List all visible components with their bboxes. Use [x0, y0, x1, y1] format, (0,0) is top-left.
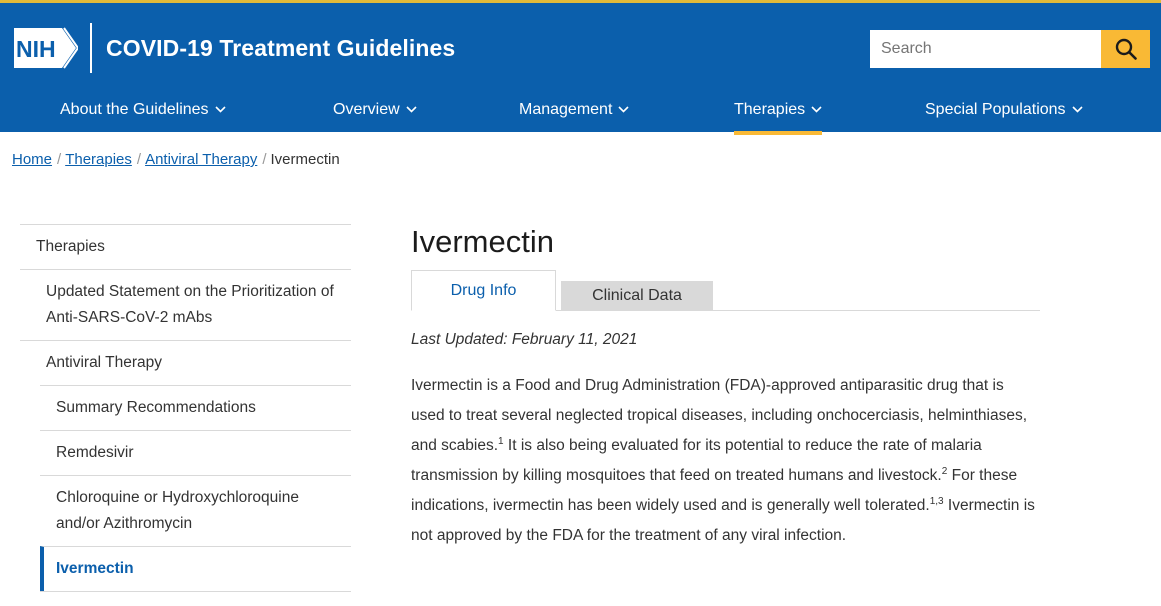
breadcrumb-separator: / — [136, 151, 142, 168]
search-icon — [1115, 38, 1137, 60]
home-logo-link[interactable]: NIH COVID-19 Treatment Guidelines — [12, 23, 455, 73]
main-nav: About the Guidelines Overview Management… — [0, 95, 1161, 135]
sidebar-item-therapies[interactable]: Therapies — [20, 224, 351, 269]
chevron-down-icon — [406, 106, 417, 113]
search-button[interactable] — [1101, 30, 1150, 68]
site-header: NIH COVID-19 Treatment Guidelines About … — [0, 0, 1161, 135]
last-updated: Last Updated: February 11, 2021 — [411, 331, 638, 348]
sidebar-item-antiviral-therapy[interactable]: Antiviral Therapy — [20, 340, 351, 385]
sidebar-item-summary-recommendations[interactable]: Summary Recommendations — [40, 385, 351, 430]
chevron-down-icon — [214, 106, 226, 113]
breadcrumb-separator: / — [262, 151, 267, 168]
search-form — [870, 30, 1150, 68]
brand-divider — [90, 23, 92, 73]
breadcrumb-current: Ivermectin — [270, 151, 340, 168]
nih-logo-icon: NIH — [14, 27, 78, 69]
nav-label: Special Populations — [925, 101, 1066, 118]
breadcrumb-link-antiviral-therapy[interactable]: Antiviral Therapy — [145, 151, 257, 168]
nav-special-populations[interactable]: Special Populations — [925, 95, 1083, 135]
drug-info-paragraph: Ivermectin is a Food and Drug Administra… — [411, 371, 1041, 551]
sidebar-item-chloroquine-hydroxychloroquine[interactable]: Chloroquine or Hydroxychloroquine and/or… — [40, 475, 351, 546]
site-title[interactable]: COVID-19 Treatment Guidelines — [106, 35, 455, 62]
breadcrumb-link-therapies[interactable]: Therapies — [65, 151, 132, 168]
nav-about-guidelines[interactable]: About the Guidelines — [60, 95, 226, 135]
nav-overview[interactable]: Overview — [333, 95, 417, 135]
chevron-down-icon — [811, 106, 822, 113]
nav-therapies[interactable]: Therapies — [734, 95, 823, 135]
page-title: Ivermectin — [411, 224, 554, 259]
nav-label: Management — [519, 101, 613, 118]
chevron-down-icon — [618, 106, 629, 113]
nav-label: Therapies — [734, 101, 806, 118]
search-input[interactable] — [870, 30, 1101, 68]
content-tabs: Drug Info Clinical Data — [411, 270, 1040, 311]
chevron-down-icon — [1071, 106, 1083, 113]
sidebar-item-ivermectin[interactable]: Ivermectin — [40, 546, 351, 591]
nih-logo-text: NIH — [16, 36, 56, 62]
reference-superscript[interactable]: 1,3 — [930, 496, 944, 507]
nav-label: Overview — [333, 101, 400, 118]
sidebar-item-updated-statement-mabs[interactable]: Updated Statement on the Prioritization … — [20, 269, 351, 340]
sidebar-item-remdesivir[interactable]: Remdesivir — [40, 430, 351, 475]
tab-clinical-data[interactable]: Clinical Data — [561, 281, 713, 311]
side-navigation: Therapies Updated Statement on the Prior… — [20, 224, 351, 592]
breadcrumb-separator: / — [57, 151, 62, 168]
tab-drug-info[interactable]: Drug Info — [411, 270, 556, 311]
nav-label: About the Guidelines — [60, 101, 209, 118]
breadcrumb-link-home[interactable]: Home — [12, 151, 52, 168]
sidebar-divider — [40, 591, 351, 592]
nav-management[interactable]: Management — [519, 95, 629, 135]
breadcrumb: Home / Therapies / Antiviral Therapy / I… — [12, 151, 340, 168]
